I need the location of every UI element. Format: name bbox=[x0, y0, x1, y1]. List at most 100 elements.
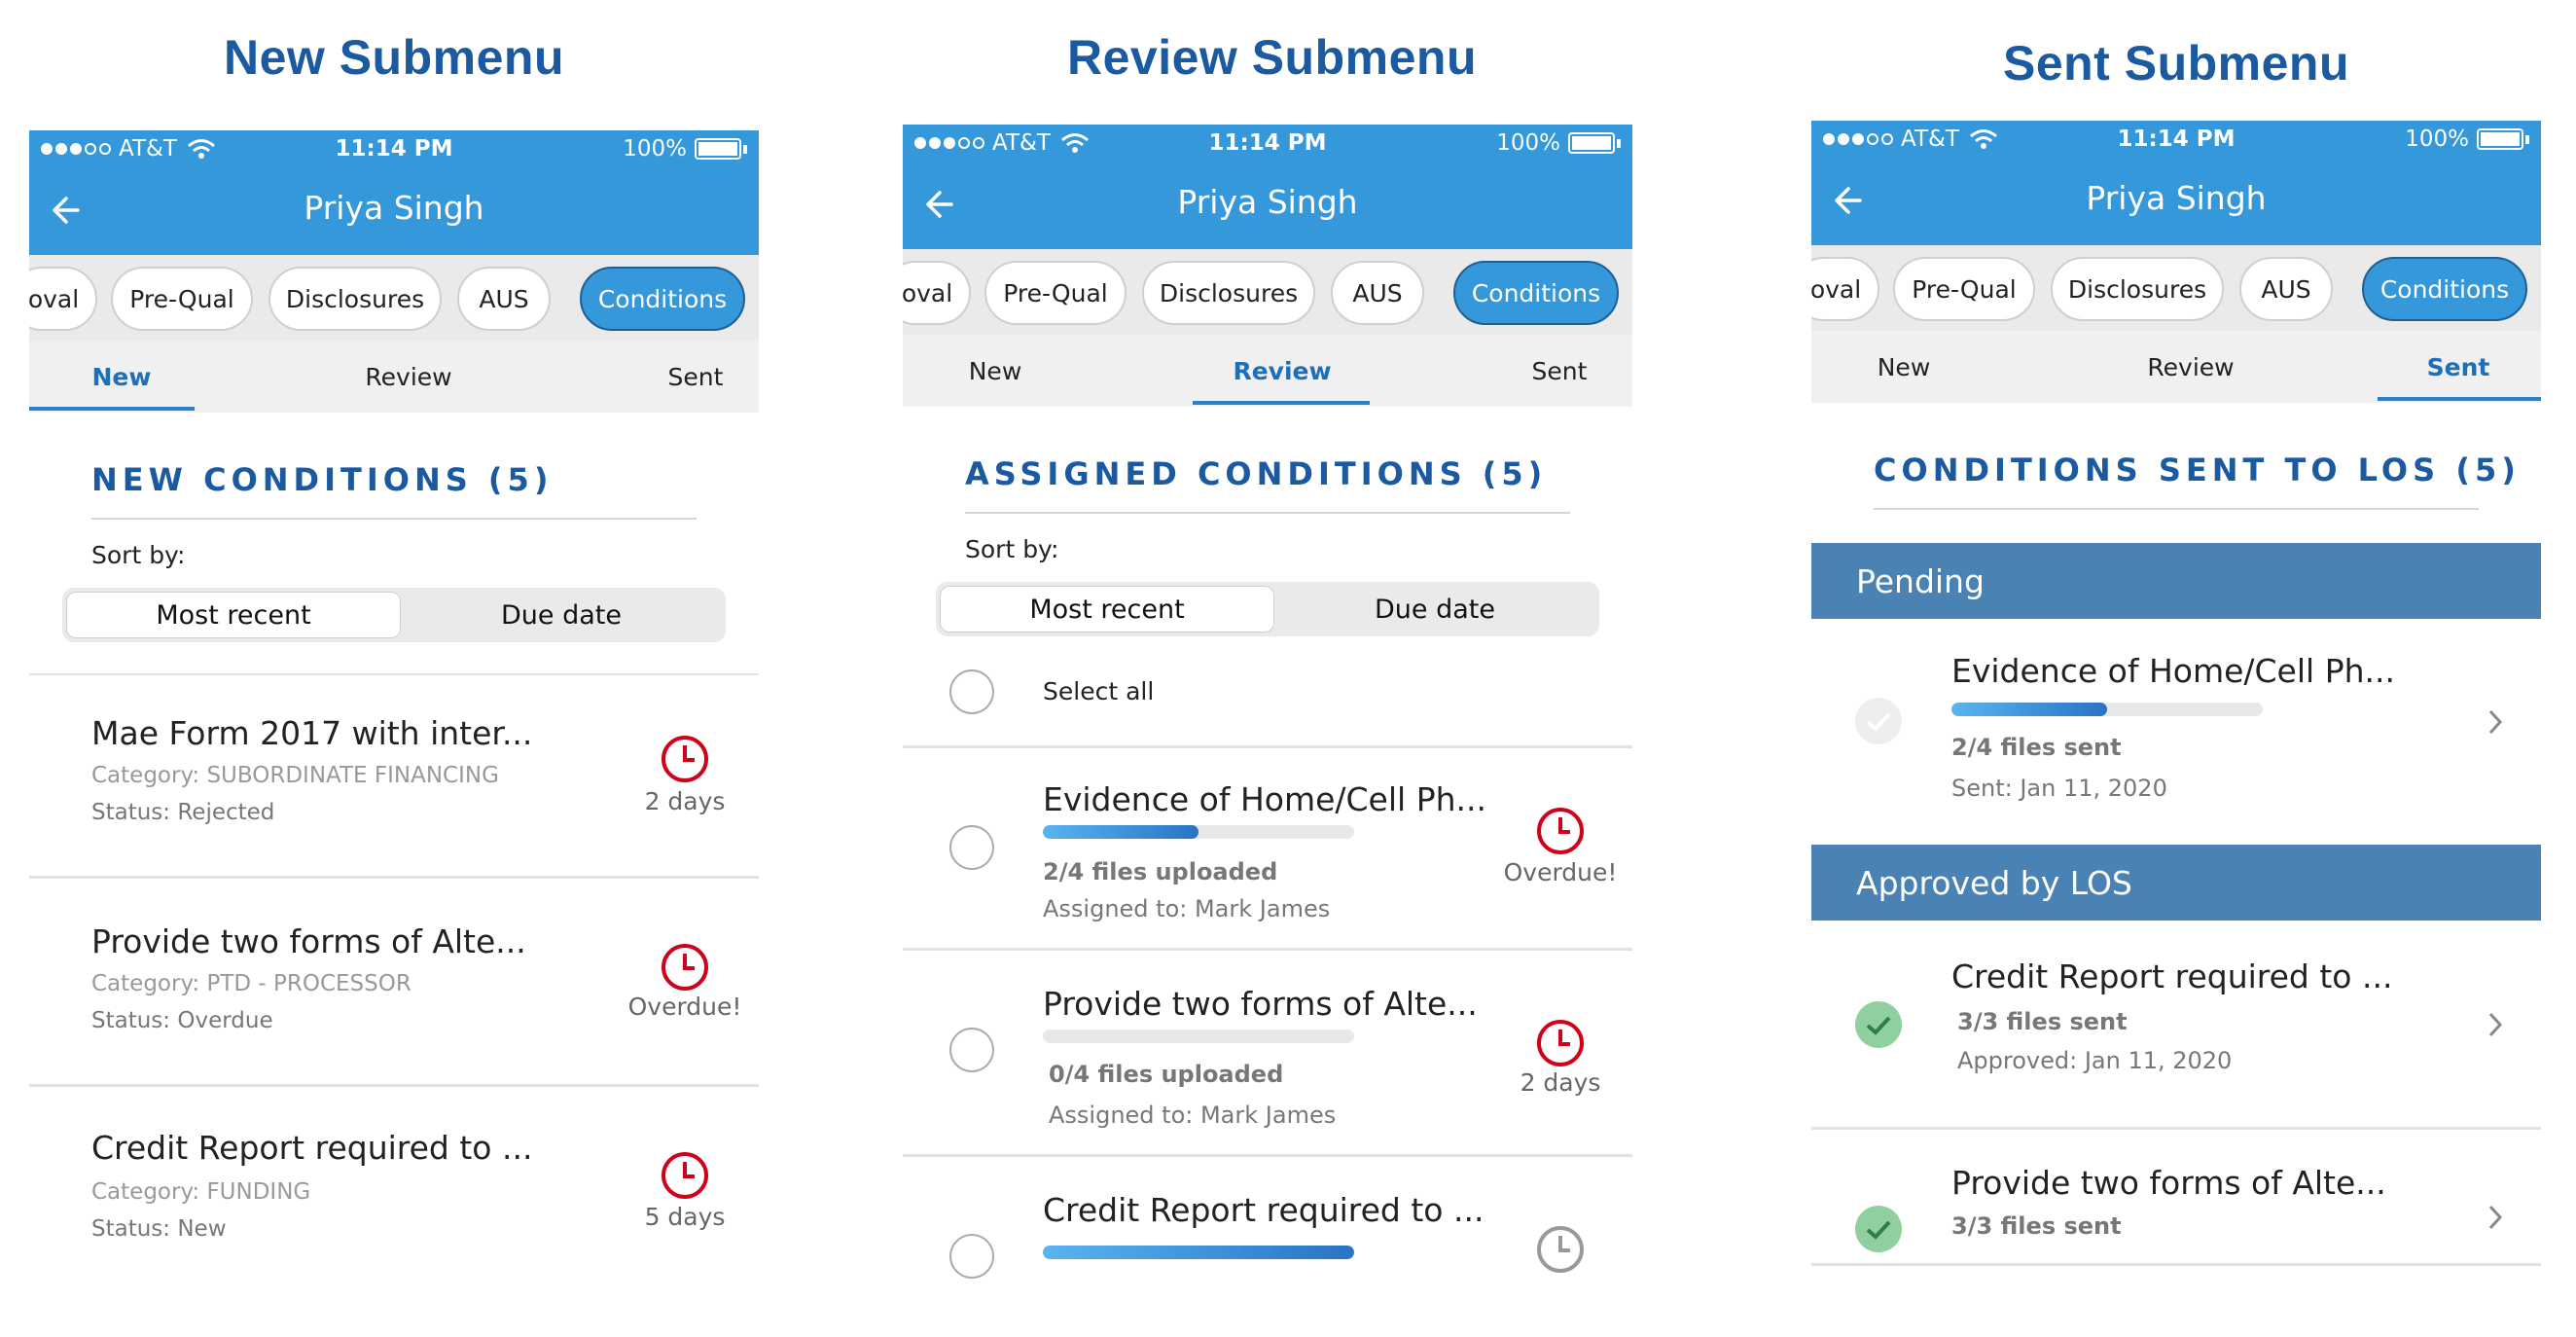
condition-title: Credit Report required to ... bbox=[1951, 958, 2393, 995]
clock-alert-icon bbox=[1537, 1020, 1584, 1066]
condition-title: Provide two forms of Alte... bbox=[1043, 985, 1478, 1023]
condition-title: Mae Form 2017 with inter... bbox=[91, 714, 533, 752]
tab-disclosures[interactable]: Disclosures bbox=[2051, 257, 2224, 321]
sort-due-date[interactable]: Due date bbox=[1274, 586, 1595, 632]
condition-status: Status: New bbox=[91, 1216, 227, 1242]
section-title: ASSIGNED CONDITIONS (5) bbox=[965, 455, 1548, 492]
tab-disclosures[interactable]: Disclosures bbox=[1142, 261, 1315, 325]
tab-aus[interactable]: AUS bbox=[1331, 261, 1424, 325]
section-title: NEW CONDITIONS (5) bbox=[91, 461, 554, 498]
row-separator bbox=[1811, 1127, 2541, 1130]
subtab-new[interactable]: New bbox=[942, 335, 1049, 407]
due-label: Overdue! bbox=[627, 993, 742, 1021]
progress-bar bbox=[1043, 1246, 1354, 1259]
subtab-bar: New Review Sent bbox=[29, 341, 759, 413]
subtab-sent[interactable]: Sent bbox=[642, 341, 749, 413]
condition-title: Provide two forms of Alte... bbox=[1951, 1164, 2386, 1202]
condition-category: Category: PTD - PROCESSOR bbox=[91, 971, 411, 996]
app-header: AT&T 11:14 PM 100% Priya Singh bbox=[1811, 121, 2541, 245]
tab-conditions[interactable]: Conditions bbox=[1453, 261, 1619, 325]
clock-icon bbox=[1537, 1226, 1584, 1273]
chevron-right-icon[interactable] bbox=[2487, 1010, 2504, 1039]
divider bbox=[91, 518, 697, 520]
files-status: 0/4 files uploaded bbox=[1049, 1061, 1284, 1088]
select-all-radio[interactable] bbox=[949, 669, 994, 714]
files-status: 2/4 files uploaded bbox=[1043, 858, 1278, 885]
battery-label: 100% bbox=[1496, 130, 1560, 156]
app-header: AT&T 11:14 PM 100% Priya Singh bbox=[29, 130, 759, 255]
group-header-pending: Pending bbox=[1811, 543, 2541, 619]
due-label: 2 days bbox=[644, 787, 726, 815]
subtab-new[interactable]: New bbox=[29, 341, 214, 413]
progress-bar bbox=[1043, 825, 1354, 839]
row-separator bbox=[29, 876, 759, 879]
condition-status: Status: Rejected bbox=[91, 800, 275, 825]
status-battery: 100% bbox=[1496, 130, 1621, 156]
sort-most-recent[interactable]: Most recent bbox=[940, 586, 1274, 632]
condition-title: Evidence of Home/Cell Ph... bbox=[1043, 780, 1486, 818]
tab-approval[interactable]: oval bbox=[1811, 257, 1879, 321]
row-separator bbox=[903, 1154, 1632, 1157]
subtab-review[interactable]: Review bbox=[1195, 335, 1370, 407]
tab-aus[interactable]: AUS bbox=[2239, 257, 2333, 321]
group-header-approved: Approved by LOS bbox=[1811, 845, 2541, 921]
row-separator bbox=[29, 673, 759, 675]
status-battery: 100% bbox=[623, 136, 747, 162]
tab-approval[interactable]: oval bbox=[29, 267, 97, 331]
status-battery: 100% bbox=[2405, 126, 2529, 152]
item-radio[interactable] bbox=[949, 1234, 994, 1279]
row-separator bbox=[903, 745, 1632, 748]
subtab-sent[interactable]: Sent bbox=[1506, 335, 1613, 407]
tab-pre-qual[interactable]: Pre-Qual bbox=[111, 267, 253, 331]
chevron-right-icon[interactable] bbox=[2487, 707, 2504, 737]
sort-due-date[interactable]: Due date bbox=[401, 592, 722, 638]
battery-label: 100% bbox=[623, 136, 687, 162]
tab-conditions[interactable]: Conditions bbox=[580, 267, 745, 331]
sort-most-recent[interactable]: Most recent bbox=[66, 592, 401, 638]
tab-aus[interactable]: AUS bbox=[457, 267, 551, 331]
chevron-right-icon[interactable] bbox=[2487, 1203, 2504, 1232]
subtab-review[interactable]: Review bbox=[2103, 331, 2278, 403]
condition-title: Provide two forms of Alte... bbox=[91, 922, 526, 960]
subtab-sent[interactable]: Sent bbox=[2376, 331, 2541, 403]
due-label: 2 days bbox=[1520, 1068, 1601, 1097]
item-radio[interactable] bbox=[949, 825, 994, 870]
battery-label: 100% bbox=[2405, 126, 2469, 152]
select-all-label[interactable]: Select all bbox=[1043, 677, 1154, 705]
assigned-to: Assigned to: Mark James bbox=[1049, 1102, 1337, 1129]
sent-submenu-screen: AT&T 11:14 PM 100% Priya Singh oval Pre-… bbox=[1811, 121, 2541, 1327]
files-status: 3/3 files sent bbox=[1951, 1212, 2122, 1240]
sort-label: Sort by: bbox=[965, 535, 1059, 563]
check-circle-icon bbox=[1855, 698, 1902, 744]
clock-alert-icon bbox=[1537, 808, 1584, 854]
sort-toggle: Most recent Due date bbox=[936, 582, 1599, 636]
progress-fill bbox=[1043, 825, 1199, 839]
assigned-to: Assigned to: Mark James bbox=[1043, 895, 1331, 922]
tab-bar: oval Pre-Qual Disclosures AUS Conditions bbox=[29, 255, 759, 341]
battery-icon bbox=[2477, 128, 2523, 150]
tab-conditions[interactable]: Conditions bbox=[2362, 257, 2527, 321]
clock-alert-icon bbox=[662, 1152, 708, 1199]
condition-title: Evidence of Home/Cell Ph... bbox=[1951, 652, 2395, 690]
due-label: Overdue! bbox=[1503, 858, 1618, 886]
nav-title: Priya Singh bbox=[2086, 179, 2267, 217]
row-separator bbox=[1811, 1263, 2541, 1266]
battery-icon bbox=[1568, 132, 1615, 154]
tab-disclosures[interactable]: Disclosures bbox=[268, 267, 442, 331]
app-header: AT&T 11:14 PM 100% Priya Singh bbox=[903, 125, 1632, 249]
subtab-bar: New Review Sent bbox=[1811, 331, 2541, 403]
clock-alert-icon bbox=[662, 736, 708, 782]
clock-alert-icon bbox=[662, 944, 708, 991]
new-submenu-screen: AT&T 11:14 PM 100% Priya Singh oval Pre-… bbox=[29, 130, 759, 1337]
tab-approval[interactable]: oval bbox=[903, 261, 971, 325]
divider bbox=[1874, 508, 2479, 510]
subtab-review[interactable]: Review bbox=[321, 341, 496, 413]
tab-pre-qual[interactable]: Pre-Qual bbox=[984, 261, 1127, 325]
subtab-new[interactable]: New bbox=[1850, 331, 1957, 403]
condition-category: Category: SUBORDINATE FINANCING bbox=[91, 763, 499, 788]
subtab-indicator bbox=[1193, 401, 1370, 405]
due-label: 5 days bbox=[644, 1203, 726, 1231]
nav-title: Priya Singh bbox=[1177, 183, 1358, 221]
tab-pre-qual[interactable]: Pre-Qual bbox=[1893, 257, 2035, 321]
item-radio[interactable] bbox=[949, 1028, 994, 1072]
